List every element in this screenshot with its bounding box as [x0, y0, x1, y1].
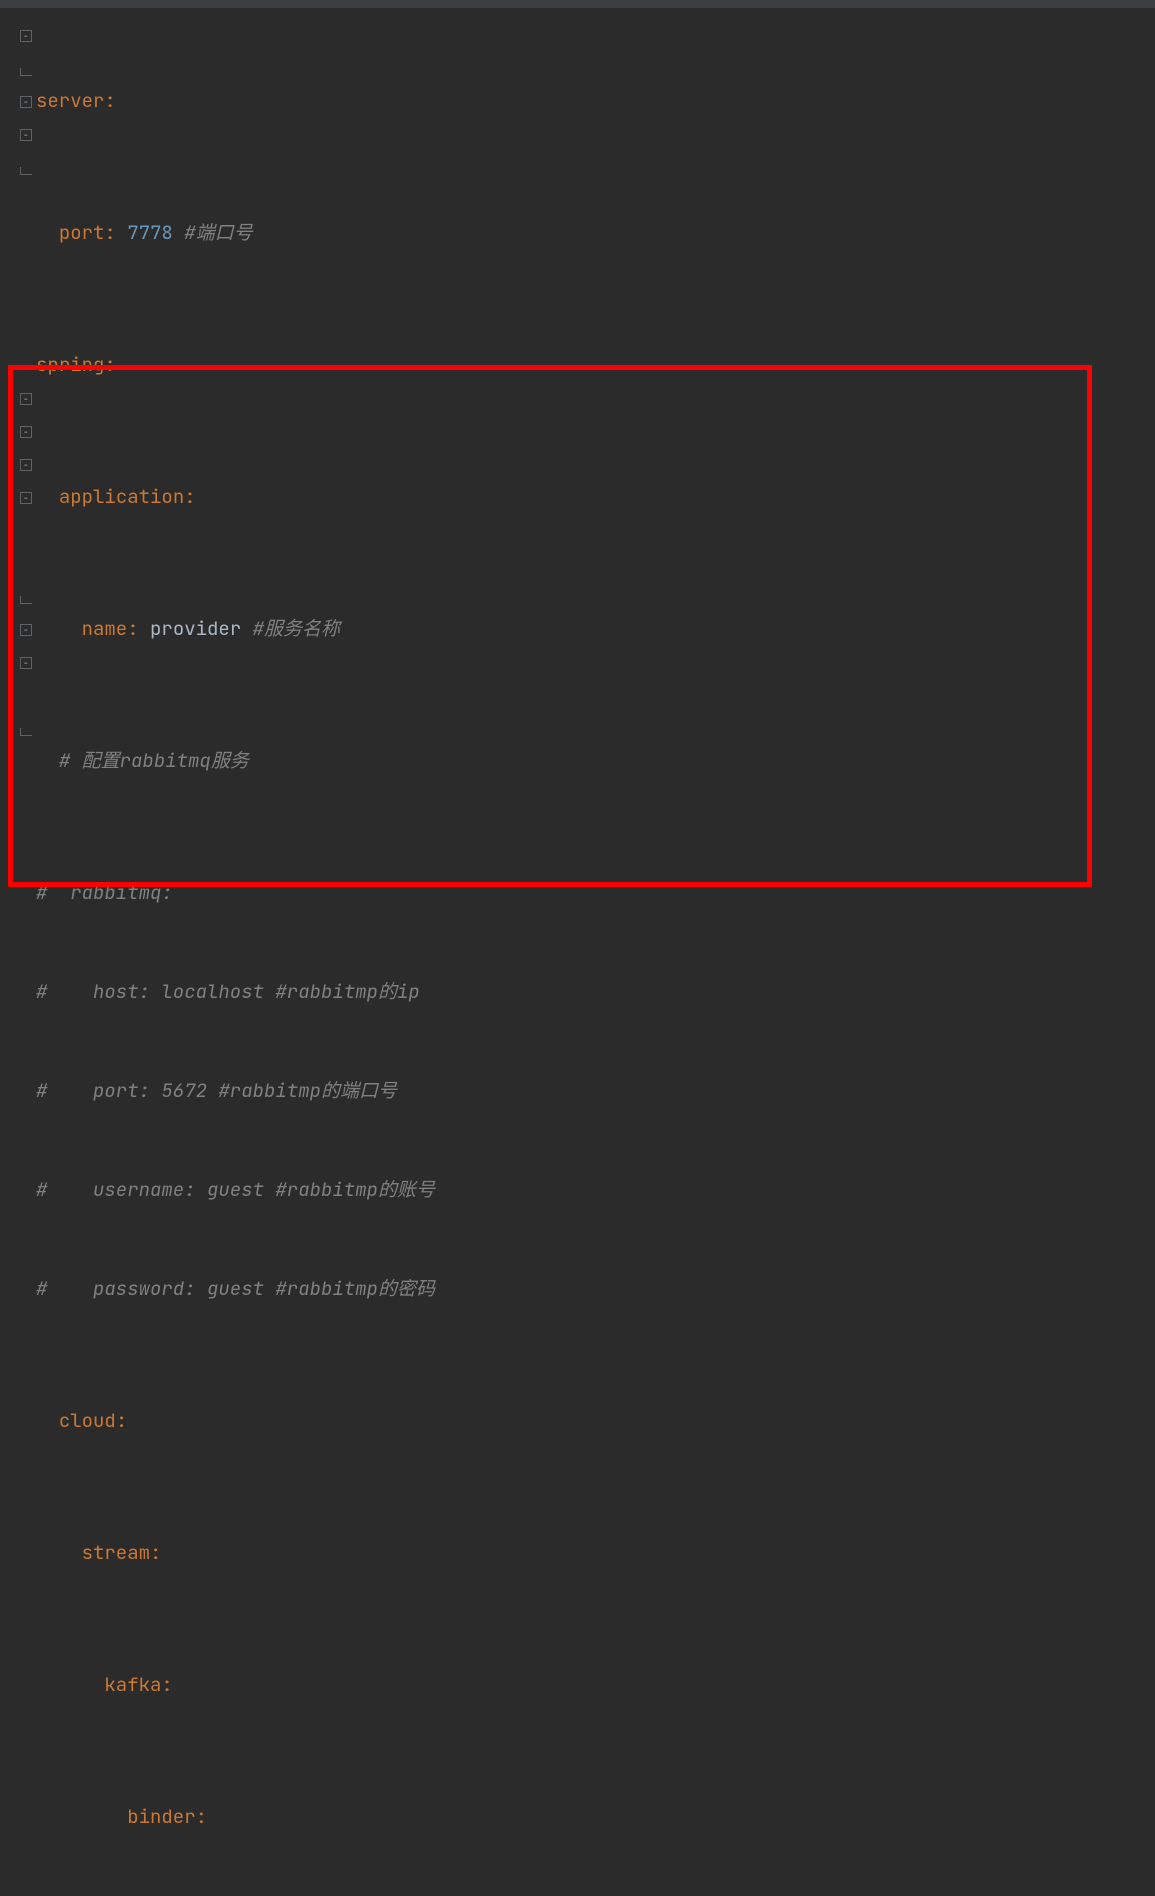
- fold-icon[interactable]: [20, 459, 32, 471]
- fold-icon[interactable]: [20, 624, 32, 636]
- code-line[interactable]: # password: guest #rabbitmp的密码: [36, 1272, 1155, 1305]
- comment: # password: guest #rabbitmp的密码: [36, 1276, 435, 1301]
- yaml-key: kafka: [104, 1672, 161, 1697]
- yaml-key: stream: [82, 1540, 150, 1565]
- fold-icon[interactable]: [20, 30, 32, 42]
- fold-icon[interactable]: [20, 492, 32, 504]
- fold-icon[interactable]: [20, 393, 32, 405]
- code-line[interactable]: stream:: [36, 1536, 1155, 1569]
- top-strip: [0, 0, 1155, 8]
- code-line[interactable]: # 配置rabbitmq服务: [36, 744, 1155, 777]
- comment: # port: 5672 #rabbitmp的端口号: [36, 1078, 397, 1103]
- code-line[interactable]: binder:: [36, 1800, 1155, 1833]
- code-editor[interactable]: server: port: 7778 #端口号 spring: applicat…: [0, 8, 1155, 1896]
- code-line[interactable]: port: 7778 #端口号: [36, 216, 1155, 249]
- yaml-value: 7778: [127, 220, 173, 245]
- yaml-key: application: [59, 484, 184, 509]
- code-line[interactable]: server:: [36, 84, 1155, 117]
- fold-end-icon: [20, 596, 32, 604]
- comment: # username: guest #rabbitmp的账号: [36, 1177, 435, 1202]
- comment: #端口号: [173, 220, 253, 245]
- fold-icon[interactable]: [20, 657, 32, 669]
- fold-end-icon: [20, 167, 32, 175]
- code-line[interactable]: # username: guest #rabbitmp的账号: [36, 1173, 1155, 1206]
- code-line[interactable]: name: provider #服务名称: [36, 612, 1155, 645]
- code-line[interactable]: spring:: [36, 348, 1155, 381]
- comment: #服务名称: [241, 616, 340, 641]
- code-line[interactable]: # rabbitmq:: [36, 876, 1155, 909]
- fold-icon[interactable]: [20, 96, 32, 108]
- gutter[interactable]: [0, 8, 36, 1896]
- code-line[interactable]: application:: [36, 480, 1155, 513]
- yaml-key: server: [36, 88, 104, 113]
- yaml-key: name: [82, 616, 128, 641]
- code-line[interactable]: cloud:: [36, 1404, 1155, 1437]
- code-line[interactable]: kafka:: [36, 1668, 1155, 1701]
- yaml-key: binder: [127, 1804, 195, 1829]
- yaml-value: provider: [150, 616, 241, 641]
- yaml-key: cloud: [59, 1408, 116, 1433]
- fold-end-icon: [20, 68, 32, 76]
- code-line[interactable]: # host: localhost #rabbitmp的ip: [36, 975, 1155, 1008]
- code-line[interactable]: # port: 5672 #rabbitmp的端口号: [36, 1074, 1155, 1107]
- comment: # host: localhost #rabbitmp的ip: [36, 979, 420, 1004]
- code-area[interactable]: server: port: 7778 #端口号 spring: applicat…: [36, 8, 1155, 1896]
- yaml-key: spring: [36, 352, 104, 377]
- fold-icon[interactable]: [20, 426, 32, 438]
- comment: # rabbitmq:: [36, 880, 173, 905]
- yaml-key: port: [59, 220, 105, 245]
- fold-end-icon: [20, 728, 32, 736]
- comment: # 配置rabbitmq服务: [59, 748, 249, 773]
- fold-icon[interactable]: [20, 129, 32, 141]
